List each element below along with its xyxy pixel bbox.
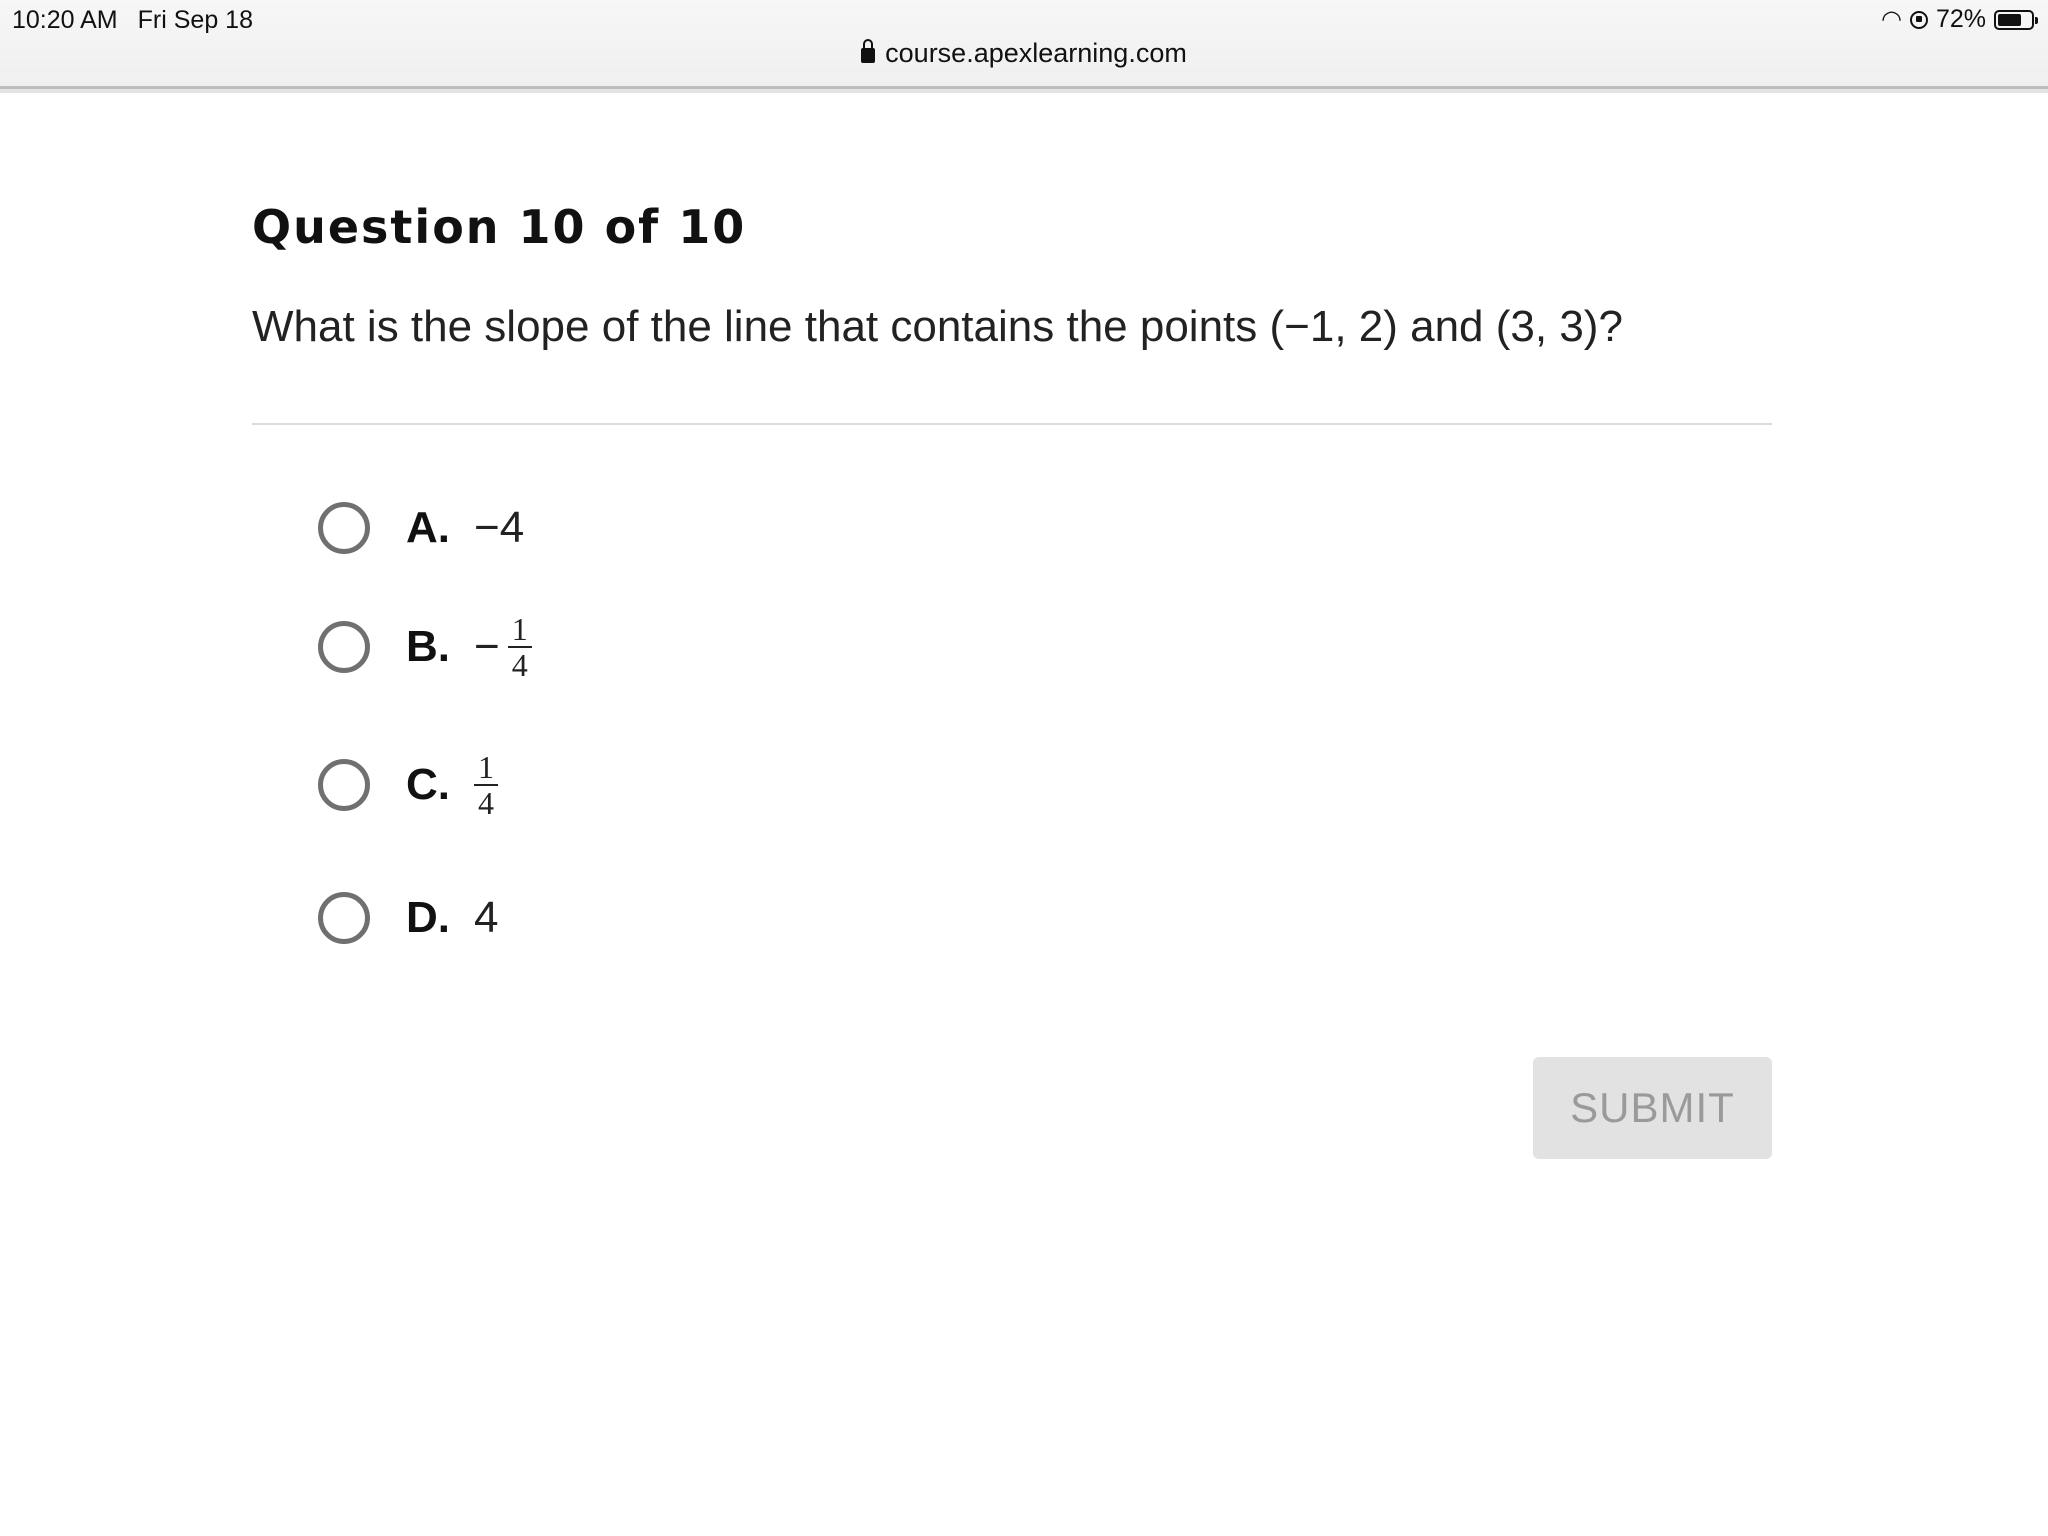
option-value: 1 4 <box>474 750 498 820</box>
fraction: 1 4 <box>474 750 498 820</box>
option-letter: B. <box>406 622 450 671</box>
question-text: What is the slope of the line that conta… <box>252 302 1623 351</box>
numerator: 1 <box>478 749 494 785</box>
battery-fill <box>1998 13 2022 26</box>
denominator: 4 <box>474 784 498 820</box>
option-letter: C. <box>406 760 450 809</box>
battery-percent: 72% <box>1935 5 1986 33</box>
option-d[interactable]: D. 4 <box>318 892 498 944</box>
radio-button[interactable] <box>318 502 370 554</box>
battery-icon <box>1994 9 2038 30</box>
option-value: − 1 4 <box>474 612 532 682</box>
status-date: Fri Sep 18 <box>137 6 253 34</box>
lock-icon <box>861 39 876 63</box>
option-letter: D. <box>406 893 450 942</box>
minus-sign: − <box>474 622 500 671</box>
radio-button[interactable] <box>318 621 370 673</box>
clock-time: 10:20 AM <box>12 6 118 34</box>
option-b[interactable]: B. − 1 4 <box>318 612 532 682</box>
status-time: 10:20 AM Fri Sep 18 <box>12 6 253 35</box>
option-value: −4 <box>474 503 525 552</box>
radio-button[interactable] <box>318 892 370 944</box>
browser-status-bar: 10:20 AM Fri Sep 18 course.apexlearning.c… <box>0 0 2048 93</box>
submit-button[interactable]: SUBMIT <box>1533 1057 1772 1159</box>
denominator: 4 <box>507 646 532 682</box>
address-bar[interactable]: course.apexlearning.com <box>0 38 2048 69</box>
option-letter: A. <box>406 503 450 552</box>
question-heading: Question 10 of 10 <box>252 200 747 254</box>
option-value: 4 <box>474 893 499 942</box>
status-indicators: ◠ 72% <box>1881 5 2038 34</box>
radio-button[interactable] <box>318 759 370 811</box>
option-c[interactable]: C. 1 4 <box>318 750 498 820</box>
divider <box>252 423 1772 425</box>
numerator: 1 <box>511 611 528 647</box>
fraction: 1 4 <box>507 611 532 682</box>
rotation-lock-icon <box>1909 10 1928 29</box>
url-text: course.apexlearning.com <box>885 38 1187 68</box>
option-a[interactable]: A. −4 <box>318 502 524 554</box>
wifi-icon: ◠ <box>1881 6 1902 33</box>
